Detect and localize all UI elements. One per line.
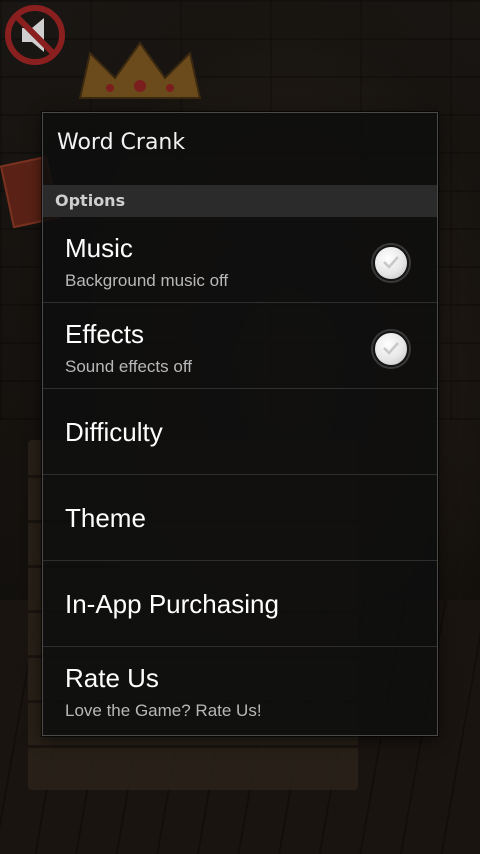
preference-title: Rate Us — [65, 663, 159, 693]
preference-music[interactable]: Music Background music off — [43, 217, 437, 303]
effects-checkbox[interactable] — [373, 331, 409, 367]
preference-title: Difficulty — [65, 417, 163, 447]
preference-summary: Background music off — [65, 271, 229, 290]
preference-in-app-purchasing[interactable]: In-App Purchasing — [43, 561, 437, 647]
preference-summary: Love the Game? Rate Us! — [65, 701, 262, 720]
preference-theme[interactable]: Theme — [43, 475, 437, 561]
preference-rate-us[interactable]: Rate Us Love the Game? Rate Us! — [43, 647, 437, 735]
section-header-options: Options — [43, 185, 437, 217]
music-checkbox[interactable] — [373, 245, 409, 281]
dialog-title: Word Crank — [57, 130, 186, 155]
preference-title: Effects — [65, 319, 145, 349]
preference-difficulty[interactable]: Difficulty — [43, 389, 437, 475]
check-circle-icon — [383, 342, 399, 355]
crown-icon — [78, 41, 202, 99]
game-background: Word Crank Options Music Background musi… — [0, 0, 480, 854]
preference-summary: Sound effects off — [65, 357, 192, 376]
preference-effects[interactable]: Effects Sound effects off — [43, 303, 437, 389]
preference-title: Theme — [65, 503, 146, 533]
preference-title: Music — [65, 233, 133, 263]
preference-title: In-App Purchasing — [65, 589, 279, 619]
options-dialog: Word Crank Options Music Background musi… — [42, 112, 438, 736]
no-sound-icon[interactable] — [2, 2, 68, 68]
check-circle-icon — [383, 256, 399, 269]
